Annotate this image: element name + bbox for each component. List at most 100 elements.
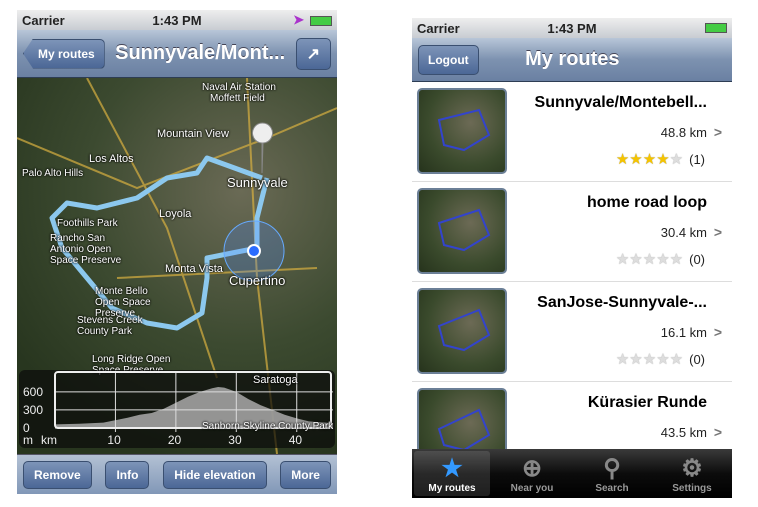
- chevron-right-icon: >: [713, 224, 722, 240]
- rating: ★ ★ ★ ★ ★ (1): [616, 150, 705, 168]
- tab-label: Settings: [672, 483, 712, 494]
- map-label: Saratoga: [253, 374, 298, 386]
- star-icon: ★: [629, 351, 643, 368]
- search-icon: ⚲: [603, 455, 621, 482]
- rating-count: (0): [689, 251, 705, 267]
- map-label: Naval Air Station: [202, 82, 276, 93]
- route-row[interactable]: Sunnyvale/Montebell... 48.8 km > ★ ★ ★ ★ ★ (1): [412, 82, 732, 182]
- map-label: Monta Vista: [165, 263, 223, 275]
- clock: 1:43 PM: [547, 20, 597, 36]
- tab-search[interactable]: ⚲ Search: [574, 451, 650, 496]
- map-view[interactable]: Naval Air Station Moffett Field Mountain…: [17, 78, 337, 454]
- route-distance: 30.4 km: [660, 225, 707, 240]
- my-routes-screen: Carrier 1:43 PM Logout My routes Sunnyva…: [412, 18, 732, 498]
- map-label: Foothills Park: [57, 218, 118, 229]
- star-icon: ★: [441, 455, 463, 482]
- status-bar: Carrier 1:43 PM: [412, 18, 732, 38]
- routes-list: Sunnyvale/Montebell... 48.8 km > ★ ★ ★ ★ ★ (1)…: [412, 82, 732, 482]
- route-map-screen: Carrier 1:43 PM ➤ My routes Sunnyvale/Mo…: [17, 10, 337, 494]
- route-title: Sunnyvale/Montebell...: [534, 94, 707, 111]
- clock: 1:43 PM: [152, 12, 202, 28]
- rating-count: (0): [689, 351, 705, 367]
- route-distance: 43.5 km: [660, 425, 707, 440]
- nav-bar: Logout My routes: [412, 38, 732, 82]
- map-label: Sanborn-Skyline County Park: [202, 421, 334, 432]
- x-tick-label: 10: [107, 433, 121, 447]
- star-icon: ★: [615, 251, 630, 268]
- x-tick-label: 40: [289, 433, 303, 447]
- route-thumbnail: [417, 88, 507, 174]
- tab-label: My routes: [428, 483, 476, 494]
- map-label: Loyola: [159, 208, 192, 220]
- logout-button[interactable]: Logout: [418, 44, 479, 75]
- map-label: Palo Alto Hills: [22, 168, 84, 179]
- current-location-dot: [247, 244, 261, 258]
- y-tick-label: 600: [23, 385, 43, 399]
- star-icon: ★: [669, 151, 684, 168]
- star-icon: ★: [642, 351, 657, 368]
- location-icon: ➤: [293, 12, 304, 27]
- star-icon: ★: [615, 351, 630, 368]
- route-title: home road loop: [587, 194, 707, 211]
- star-icon: ★: [656, 251, 670, 268]
- toolbar: Remove Info Hide elevation More: [17, 454, 337, 494]
- star-icon: ★: [656, 351, 670, 368]
- x-tick-label: 30: [228, 433, 242, 447]
- share-icon: ↗: [306, 45, 320, 63]
- y-tick-label: 300: [23, 403, 43, 417]
- route-distance: 48.8 km: [660, 125, 707, 140]
- hide-elevation-button[interactable]: Hide elevation: [163, 460, 267, 489]
- tab-bar: ★ My routes ⊕ Near you ⚲ Search ⚙ Settings: [412, 449, 732, 498]
- page-title: Sunnyvale/Mont...: [115, 42, 286, 64]
- info-button[interactable]: Info: [105, 460, 150, 489]
- more-button[interactable]: More: [280, 460, 331, 489]
- tab-my-routes[interactable]: ★ My routes: [414, 451, 490, 496]
- map-label: Moffett Field: [210, 93, 265, 104]
- rating: ★ ★ ★ ★ ★ (0): [616, 350, 705, 368]
- route-title: SanJose-Sunnyvale-...: [537, 294, 707, 311]
- map-label: Rancho San Antonio Open Space Preserve: [50, 233, 122, 266]
- map-label: Los Altos: [89, 153, 134, 165]
- star-icon: ★: [629, 251, 643, 268]
- back-button[interactable]: My routes: [23, 38, 105, 69]
- map-label: Stevens Creek County Park: [77, 315, 143, 337]
- rating-count: (1): [689, 151, 705, 167]
- gear-icon: ⚙: [681, 455, 703, 482]
- chevron-right-icon: >: [713, 124, 722, 140]
- star-icon: ★: [642, 251, 657, 268]
- share-button[interactable]: ↗: [295, 37, 331, 70]
- rating: ★ ★ ★ ★ ★ (0): [616, 250, 705, 268]
- battery-icon: [310, 15, 332, 26]
- route-thumbnail: [417, 288, 507, 374]
- map-label: Mountain View: [157, 128, 229, 140]
- nav-bar: My routes Sunnyvale/Mont... ↗: [17, 30, 337, 78]
- map-label: Cupertino: [229, 273, 286, 288]
- star-icon: ★: [615, 151, 630, 168]
- route-row[interactable]: home road loop 30.4 km > ★ ★ ★ ★ ★ (0): [412, 182, 732, 282]
- tab-near-you[interactable]: ⊕ Near you: [494, 451, 570, 496]
- route-distance: 16.1 km: [660, 325, 707, 340]
- star-icon: ★: [669, 351, 684, 368]
- route-row[interactable]: SanJose-Sunnyvale-... 16.1 km > ★ ★ ★ ★ ★ (0): [412, 282, 732, 382]
- star-icon: ★: [642, 151, 657, 168]
- tab-settings[interactable]: ⚙ Settings: [654, 451, 730, 496]
- star-icon: ★: [669, 251, 684, 268]
- remove-button[interactable]: Remove: [23, 460, 92, 489]
- page-title: My routes: [525, 48, 620, 70]
- chevron-right-icon: >: [713, 324, 722, 340]
- route-thumbnail: [417, 188, 507, 274]
- x-unit-label: km: [41, 433, 57, 447]
- tab-label: Search: [595, 483, 629, 494]
- pin-icon: [252, 122, 273, 174]
- star-icon: ★: [629, 151, 643, 168]
- route-title: Kürasier Runde: [587, 394, 707, 411]
- star-icon: ★: [656, 151, 670, 168]
- status-bar: Carrier 1:43 PM ➤: [17, 10, 337, 30]
- chevron-right-icon: >: [713, 424, 722, 440]
- tab-label: Near you: [510, 483, 554, 494]
- map-label: Sunnyvale: [227, 175, 288, 190]
- x-tick-label: 20: [168, 433, 182, 447]
- y-unit-label: m: [23, 433, 33, 447]
- crosshair-icon: ⊕: [521, 455, 543, 482]
- battery-icon: [705, 23, 727, 33]
